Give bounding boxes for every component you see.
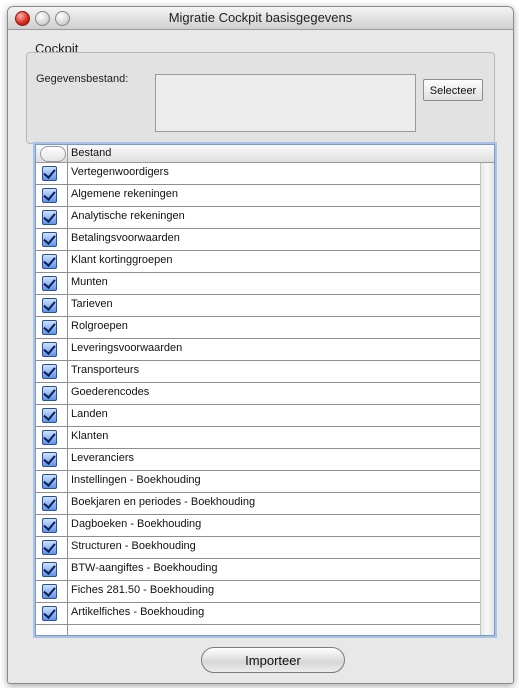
table-row[interactable]: Algemene rekeningen <box>36 185 480 207</box>
table-row[interactable]: Artikelfiches - Boekhouding <box>36 603 480 625</box>
row-label: Munten <box>71 276 108 288</box>
table-row[interactable]: Transporteurs <box>36 361 480 383</box>
title-bar[interactable]: Migratie Cockpit basisgegevens <box>8 7 513 30</box>
row-label: Betalingsvoorwaarden <box>71 232 180 244</box>
table-row[interactable]: Rolgroepen <box>36 317 480 339</box>
column-header-file[interactable]: Bestand <box>71 147 111 159</box>
row-label: Algemene rekeningen <box>71 188 179 200</box>
row-label: Fiches 281.50 - Boekhouding <box>71 584 215 596</box>
checkbox-checked-icon[interactable] <box>42 452 57 467</box>
checkbox-checked-icon[interactable] <box>42 166 57 181</box>
table-row[interactable]: Klanten <box>36 427 480 449</box>
table-row[interactable]: Fiches 281.50 - Boekhouding <box>36 581 480 603</box>
checkbox-checked-icon[interactable] <box>42 562 57 577</box>
checkbox-checked-icon[interactable] <box>42 474 57 489</box>
table-row[interactable]: Landen <box>36 405 480 427</box>
checkbox-checked-icon[interactable] <box>42 386 57 401</box>
row-label: Vertegenwoordigers <box>71 166 169 178</box>
row-label: Boekjaren en periodes - Boekhouding <box>71 496 256 508</box>
row-label: Landen <box>71 408 108 420</box>
app-window: Migratie Cockpit basisgegevens Cockpit G… <box>7 6 514 684</box>
checkbox-checked-icon[interactable] <box>42 606 57 621</box>
row-label: Leveranciers <box>71 452 134 464</box>
checkbox-checked-icon[interactable] <box>42 518 57 533</box>
row-label: Goederencodes <box>71 386 150 398</box>
row-label: Leveringsvoorwaarden <box>71 342 183 354</box>
table-row[interactable]: Instellingen - Boekhouding <box>36 471 480 493</box>
row-label: Dagboeken - Boekhouding <box>71 518 202 530</box>
checkbox-checked-icon[interactable] <box>42 540 57 555</box>
row-label: Klant kortinggroepen <box>71 254 173 266</box>
checkbox-checked-icon[interactable] <box>42 254 57 269</box>
column-divider <box>67 163 68 635</box>
vertical-scrollbar[interactable] <box>480 163 494 635</box>
row-label: Structuren - Boekhouding <box>71 540 196 552</box>
checkbox-checked-icon[interactable] <box>42 232 57 247</box>
row-label: Klanten <box>71 430 109 442</box>
row-label: Artikelfiches - Boekhouding <box>71 606 205 618</box>
table-row[interactable]: Betalingsvoorwaarden <box>36 229 480 251</box>
table-rows: Vertegenwoordigers Algemene rekeningen Ana… <box>36 163 480 625</box>
checkbox-checked-icon[interactable] <box>42 342 57 357</box>
table-row[interactable]: Leveranciers <box>36 449 480 471</box>
table-row[interactable]: Vertegenwoordigers <box>36 163 480 185</box>
header-divider <box>67 145 68 162</box>
table-row[interactable]: BTW-aangiftes - Boekhouding <box>36 559 480 581</box>
data-file-label: Gegevensbestand: <box>36 73 129 85</box>
data-file-field[interactable] <box>155 74 416 132</box>
table-row[interactable]: Klant kortinggroepen <box>36 251 480 273</box>
table-row[interactable]: Goederencodes <box>36 383 480 405</box>
table-row[interactable]: Leveringsvoorwaarden <box>36 339 480 361</box>
row-label: Instellingen - Boekhouding <box>71 474 201 486</box>
row-label: BTW-aangiftes - Boekhouding <box>71 562 218 574</box>
row-label: Analytische rekeningen <box>71 210 185 222</box>
table-row[interactable]: Munten <box>36 273 480 295</box>
select-button[interactable]: Selecteer <box>423 79 483 101</box>
table-row[interactable]: Structuren - Boekhouding <box>36 537 480 559</box>
import-button[interactable]: Importeer <box>201 647 345 673</box>
table-row[interactable]: Dagboeken - Boekhouding <box>36 515 480 537</box>
checkbox-checked-icon[interactable] <box>42 320 57 335</box>
cockpit-group: Gegevensbestand: Selecteer <box>26 52 495 144</box>
checkbox-checked-icon[interactable] <box>42 188 57 203</box>
checkbox-checked-icon[interactable] <box>42 408 57 423</box>
checkbox-checked-icon[interactable] <box>42 364 57 379</box>
select-all-header[interactable] <box>40 146 66 162</box>
row-label: Transporteurs <box>71 364 140 376</box>
table-row[interactable]: Boekjaren en periodes - Boekhouding <box>36 493 480 515</box>
row-label: Rolgroepen <box>71 320 128 332</box>
row-label: Tarieven <box>71 298 113 310</box>
checkbox-checked-icon[interactable] <box>42 276 57 291</box>
checkbox-checked-icon[interactable] <box>42 496 57 511</box>
table-header: Bestand <box>36 145 494 163</box>
checkbox-checked-icon[interactable] <box>42 210 57 225</box>
table-row[interactable]: Analytische rekeningen <box>36 207 480 229</box>
checkbox-checked-icon[interactable] <box>42 584 57 599</box>
table-row[interactable]: Tarieven <box>36 295 480 317</box>
checkbox-checked-icon[interactable] <box>42 430 57 445</box>
checkbox-checked-icon[interactable] <box>42 298 57 313</box>
window-title: Migratie Cockpit basisgegevens <box>168 10 353 25</box>
file-table[interactable]: Bestand Vertegenwoordigers Algemene reken… <box>35 144 495 636</box>
